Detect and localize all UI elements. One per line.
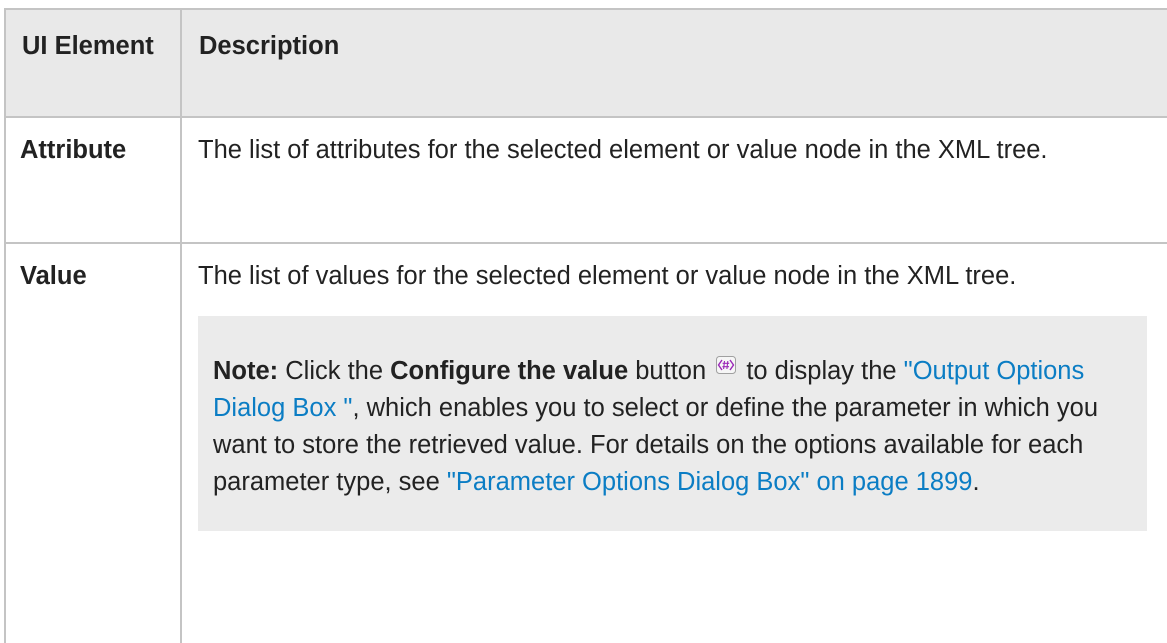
row-name-attribute: Attribute (4, 116, 182, 244)
header-description: Description (180, 8, 1167, 118)
table-header-row: UI Element Description (4, 8, 1167, 118)
note-text: Click the (278, 357, 391, 385)
note-text: . (972, 468, 980, 496)
row-description-value: The list of values for the selected elem… (180, 242, 1167, 643)
description-text: The list of values for the selected elem… (198, 262, 1017, 290)
ui-element-table: UI Element Description Attribute The lis… (4, 8, 1167, 643)
row-name-value: Value (4, 242, 182, 643)
note-box: Note: Click the Configure the value butt… (198, 316, 1147, 531)
table-row: Value The list of values for the selecte… (4, 242, 1167, 643)
table-row: Attribute The list of attributes for the… (4, 116, 1167, 244)
header-ui-element: UI Element (4, 8, 182, 118)
note-text: button (628, 357, 714, 385)
row-description-attribute: The list of attributes for the selected … (180, 116, 1167, 244)
description-text: The list of attributes for the selected … (198, 136, 1048, 164)
note-text: to display the (739, 357, 904, 385)
note-label: Note: (213, 357, 279, 385)
configure-value-icon (715, 349, 737, 374)
parameter-options-link[interactable]: "Parameter Options Dialog Box" on page 1… (447, 468, 973, 496)
configure-value-button-name: Configure the value (390, 357, 629, 385)
